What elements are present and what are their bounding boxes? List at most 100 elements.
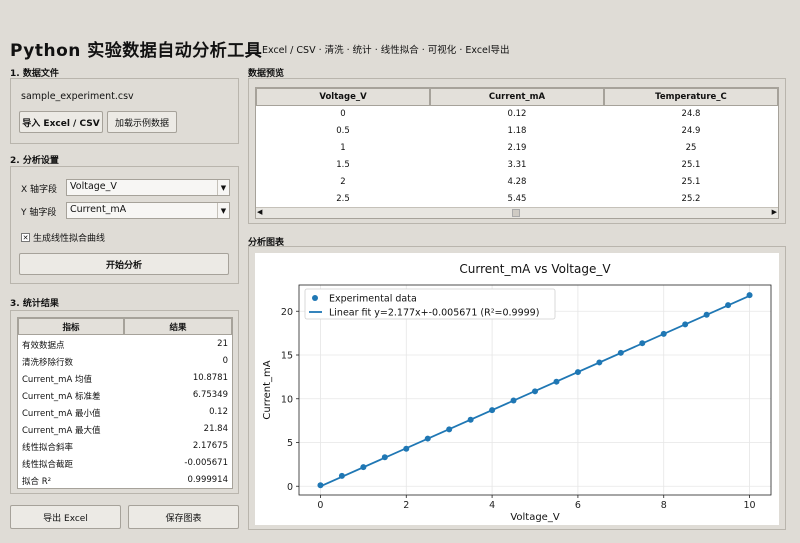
- chevron-down-icon: ▼: [217, 180, 229, 195]
- preview-cell: 24.9: [681, 126, 701, 136]
- settings-group: X 轴字段 Voltage_V ▼ Y 轴字段 Current_mA ▼ ✕ 生…: [10, 166, 239, 284]
- x-tick-label: 4: [489, 500, 495, 511]
- preview-cell: 0.12: [507, 109, 527, 119]
- chevron-down-icon: ▼: [217, 203, 229, 218]
- y-field-select[interactable]: Current_mA ▼: [66, 202, 230, 219]
- legend-label-fit: Linear fit y=2.177x+-0.005671 (R²=0.9999…: [329, 308, 539, 319]
- scroll-right-icon[interactable]: ▶: [772, 208, 777, 216]
- data-point: [574, 369, 581, 376]
- x-tick-label: 6: [575, 500, 581, 511]
- stats-value-cell: 21.84: [203, 424, 228, 434]
- preview-header-temperature[interactable]: Temperature_C: [604, 88, 778, 106]
- stats-header-metric: 指标: [18, 318, 124, 335]
- stats-value-cell: 0.12: [209, 407, 228, 417]
- preview-cell: 25.2: [681, 194, 701, 204]
- load-sample-button[interactable]: 加载示例数据: [107, 111, 177, 133]
- stats-value-cell: 0.999914: [187, 475, 228, 485]
- x-axis-label: Voltage_V: [510, 512, 560, 523]
- stats-metric-cell: Current_mA 最大值: [22, 426, 101, 436]
- stats-metric-cell: 清洗移除行数: [22, 358, 74, 368]
- data-point: [682, 321, 689, 328]
- data-point: [617, 349, 624, 356]
- preview-group: Voltage_V Current_mA Temperature_C 0 0.12…: [248, 78, 786, 224]
- preview-cell: 25.1: [681, 177, 701, 187]
- stats-metric-cell: 线性拟合斜率: [22, 443, 74, 453]
- data-point: [360, 464, 367, 471]
- preview-cell: 2.19: [507, 143, 527, 153]
- x-tick-label: 10: [743, 500, 755, 511]
- preview-cell: 1.5: [336, 160, 350, 170]
- x-tick-label: 0: [317, 500, 323, 511]
- preview-cell: 1.18: [507, 126, 527, 136]
- data-point: [703, 311, 710, 318]
- import-button[interactable]: 导入 Excel / CSV: [19, 111, 103, 133]
- y-axis-label: Current_mA: [262, 360, 273, 419]
- preview-header-voltage[interactable]: Voltage_V: [256, 88, 430, 106]
- stats-value-cell: 6.75349: [192, 390, 228, 400]
- stats-value-cell: 2.17675: [192, 441, 228, 451]
- legend-label-points: Experimental data: [329, 294, 417, 305]
- preview-cell: 25.1: [681, 160, 701, 170]
- preview-cell: 4.28: [507, 177, 527, 187]
- horizontal-scrollbar[interactable]: ◀ ▶: [256, 207, 778, 218]
- y-tick-label: 10: [281, 394, 293, 405]
- stats-value-cell: -0.005671: [184, 458, 228, 468]
- data-point: [660, 330, 667, 337]
- preview-cell: 2: [340, 177, 346, 187]
- x-field-label: X 轴字段: [21, 185, 58, 195]
- data-point: [489, 407, 496, 414]
- y-tick-label: 0: [287, 482, 293, 493]
- data-point: [403, 445, 410, 452]
- export-excel-button[interactable]: 导出 Excel: [10, 505, 121, 529]
- stats-metric-cell: 线性拟合截距: [22, 460, 74, 470]
- analysis-chart: 0 2 4 6 8 10 0 5 10 15 20 Current_mA vs Voltage_V Vo…: [255, 253, 779, 525]
- data-point: [317, 482, 324, 489]
- preview-header-current[interactable]: Current_mA: [430, 88, 604, 106]
- preview-cell: 2.5: [336, 194, 350, 204]
- data-file-group: sample_experiment.csv 导入 Excel / CSV 加载示…: [10, 78, 239, 144]
- data-point: [510, 397, 517, 404]
- stats-value-cell: 10.8781: [192, 373, 228, 383]
- stats-metric-cell: 有效数据点: [22, 341, 65, 351]
- stats-metric-cell: Current_mA 均值: [22, 375, 92, 385]
- stats-table: 指标 结果 有效数据点 21 清洗移除行数 0 Current_mA 均值 10.8781…: [17, 317, 233, 489]
- x-field-value: Voltage_V: [70, 181, 117, 192]
- preview-cell: 0.5: [336, 126, 350, 136]
- preview-cell: 25: [685, 143, 697, 153]
- section-settings-title: 2. 分析设置: [10, 156, 59, 166]
- data-point: [596, 359, 603, 366]
- data-point: [424, 435, 431, 442]
- y-tick-label: 15: [281, 351, 293, 362]
- app-title: Python 实验数据自动分析工具: [10, 41, 263, 61]
- stats-metric-cell: Current_mA 最小值: [22, 409, 101, 419]
- preview-cell: 24.8: [681, 109, 701, 119]
- stats-metric-cell: 拟合 R²: [22, 477, 52, 487]
- data-point: [553, 378, 560, 385]
- data-point: [338, 472, 345, 479]
- preview-table: Voltage_V Current_mA Temperature_C 0 0.12…: [255, 87, 779, 219]
- fit-checkbox-label: 生成线性拟合曲线: [33, 234, 106, 244]
- scroll-left-icon[interactable]: ◀: [257, 208, 262, 216]
- stats-value-cell: 21: [217, 339, 228, 349]
- start-analysis-button[interactable]: 开始分析: [19, 253, 229, 275]
- data-point: [725, 302, 732, 309]
- fit-checkbox-row[interactable]: ✕ 生成线性拟合曲线: [21, 231, 105, 244]
- legend-marker-points: [312, 295, 318, 301]
- save-chart-button[interactable]: 保存图表: [128, 505, 239, 529]
- data-point: [532, 388, 538, 395]
- scrollbar-thumb[interactable]: [512, 209, 520, 217]
- stats-metric-cell: Current_mA 标准差: [22, 392, 101, 402]
- fit-checkbox[interactable]: ✕: [21, 233, 30, 242]
- preview-cell: 1: [340, 143, 346, 153]
- y-tick-label: 5: [287, 438, 293, 449]
- y-field-value: Current_mA: [70, 204, 127, 215]
- y-field-label: Y 轴字段: [21, 208, 57, 218]
- section-stats-title: 3. 统计结果: [10, 299, 59, 309]
- preview-cell: 0: [340, 109, 346, 119]
- x-tick-label: 2: [403, 500, 409, 511]
- x-field-select[interactable]: Voltage_V ▼: [66, 179, 230, 196]
- data-point: [639, 340, 646, 347]
- data-point: [446, 426, 453, 433]
- y-tick-label: 20: [281, 307, 293, 318]
- app-subtitle: Excel / CSV · 清洗 · 统计 · 线性拟合 · 可视化 · Exc…: [262, 45, 510, 56]
